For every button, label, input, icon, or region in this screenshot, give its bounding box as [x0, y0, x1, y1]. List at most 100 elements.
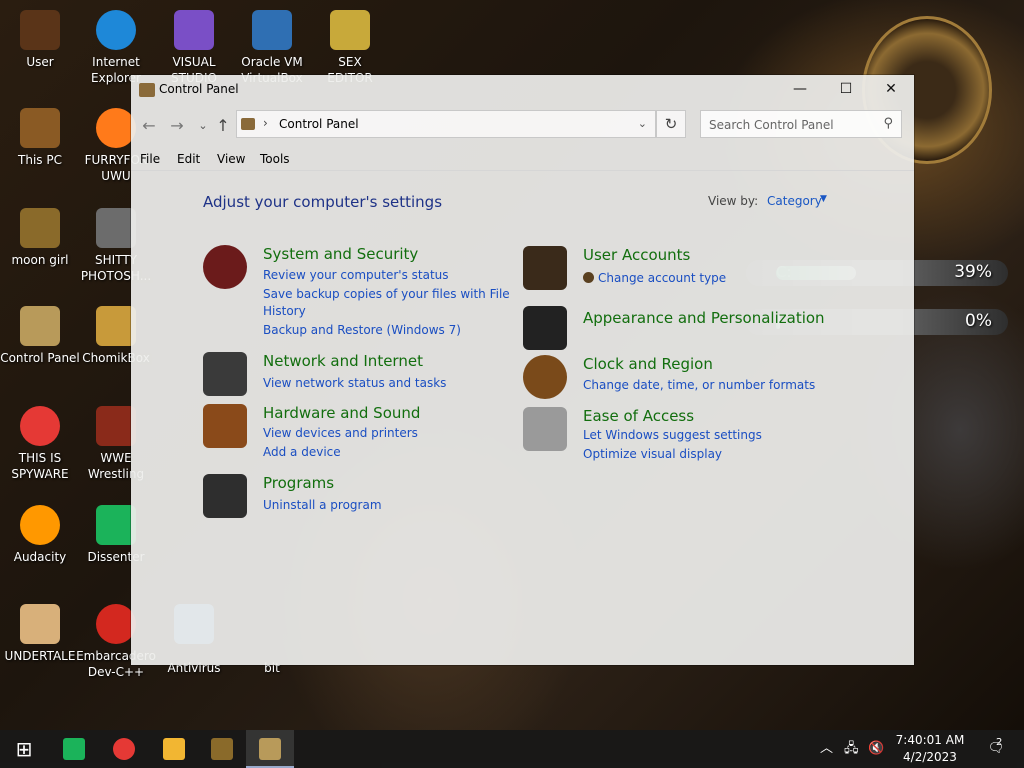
forward-arrow-icon[interactable]: → [167, 116, 187, 136]
desktop-icon-this-pc[interactable]: This PC [0, 108, 80, 168]
category-title-programs[interactable]: Programs [263, 474, 334, 492]
winamp-icon [211, 738, 233, 760]
close-button[interactable]: ✕ [868, 75, 914, 103]
menu-view[interactable]: View [217, 152, 245, 166]
link-network-status[interactable]: View network status and tasks [263, 376, 446, 390]
breadcrumb-separator-icon[interactable]: › [263, 116, 268, 130]
notifications-icon[interactable]: 🗨 2 [984, 730, 1008, 768]
system-clock[interactable]: 7:40:01 AM 4/2/2023 [890, 732, 970, 766]
menu-edit[interactable]: Edit [177, 152, 200, 166]
taskbar-chrome[interactable] [100, 730, 148, 768]
refresh-button[interactable]: ↻ [656, 110, 686, 138]
show-hidden-icons-chevron-icon[interactable]: ︿ [820, 730, 833, 768]
firefox-icon [96, 108, 136, 148]
link-add-device[interactable]: Add a device [263, 445, 341, 459]
desktop-icon-undertale[interactable]: UNDERTALE [0, 604, 80, 664]
back-arrow-icon[interactable]: ← [139, 116, 159, 136]
category-title-ease-of-access[interactable]: Ease of Access [583, 407, 694, 425]
window-title: Control Panel [159, 82, 239, 96]
dissenter-icon [63, 738, 85, 760]
virtualbox-icon [252, 10, 292, 50]
clock-time: 7:40:01 AM [895, 733, 965, 747]
link-optimize-display[interactable]: Optimize visual display [583, 447, 722, 461]
desktop-icon-label: THIS IS SPYWARE [11, 451, 69, 481]
desktop-icon-label: Control Panel [0, 351, 80, 365]
desktop-icon-audacity[interactable]: Audacity [0, 505, 80, 565]
desktop-icon-this-is-spyware[interactable]: THIS IS SPYWARE [0, 406, 80, 482]
link-windows-suggest[interactable]: Let Windows suggest settings [583, 428, 762, 442]
caret-down-icon[interactable]: ▼ [820, 194, 827, 204]
category-user-accounts: User Accounts Change account type [523, 246, 843, 291]
category-programs: Programs Uninstall a program [203, 474, 503, 524]
category-title-appearance[interactable]: Appearance and Personalization [583, 309, 825, 327]
system-security-icon [203, 245, 247, 289]
search-input[interactable] [707, 116, 881, 134]
shield-icon [583, 272, 594, 283]
title-bar[interactable]: Control Panel — ☐ ✕ [131, 75, 914, 103]
menu-tools[interactable]: Tools [260, 152, 290, 166]
dev-cpp-icon [96, 604, 136, 644]
search-icon[interactable]: ⚲ [883, 116, 893, 131]
taskbar-control-panel[interactable] [246, 730, 294, 768]
taskbar-file-explorer[interactable] [150, 730, 198, 768]
recent-locations-icon[interactable]: ⌄ [193, 116, 213, 136]
link-devices-printers[interactable]: View devices and printers [263, 426, 418, 440]
folder-icon [20, 208, 60, 248]
link-backup-restore[interactable]: Backup and Restore (Windows 7) [263, 323, 461, 337]
category-title-network[interactable]: Network and Internet [263, 352, 423, 370]
link-uninstall-program[interactable]: Uninstall a program [263, 498, 382, 512]
edge-icon [96, 10, 136, 50]
category-system-and-security: System and Security Review your computer… [203, 245, 510, 337]
clock-region-icon [523, 355, 567, 399]
cpu-gauge-percent: 0% [965, 311, 992, 331]
chevron-down-icon[interactable]: ⌄ [638, 117, 647, 130]
page-heading: Adjust your computer's settings [203, 193, 443, 211]
category-appearance: Appearance and Personalization [523, 306, 843, 350]
search-box[interactable]: ⚲ [700, 110, 902, 138]
menu-file[interactable]: File [140, 152, 160, 166]
up-arrow-icon[interactable]: ↑ [213, 116, 233, 136]
taskbar-winamp[interactable] [198, 730, 246, 768]
link-save-backup-history[interactable]: History [263, 304, 306, 318]
category-title-system-security[interactable]: System and Security [263, 245, 418, 263]
control-panel-icon [259, 738, 281, 760]
network-icon[interactable]: 🖧 [844, 730, 859, 768]
user-accounts-icon [523, 246, 567, 290]
maximize-button[interactable]: ☐ [823, 75, 869, 103]
view-by-dropdown[interactable]: Category [767, 194, 822, 208]
appearance-icon [523, 306, 567, 350]
link-change-account-type[interactable]: Change account type [583, 271, 726, 285]
user-folder-icon [20, 10, 60, 50]
desktop-icon-moon-girl[interactable]: moon girl [0, 208, 80, 268]
programs-icon [203, 474, 247, 518]
link-save-backup[interactable]: Save backup copies of your files with Fi… [263, 287, 510, 301]
link-review-status[interactable]: Review your computer's status [263, 268, 449, 282]
category-hardware-and-sound: Hardware and Sound View devices and prin… [203, 404, 503, 464]
address-bar[interactable]: › Control Panel ⌄ [236, 110, 656, 138]
desktop-icon-user[interactable]: User [0, 10, 80, 70]
wwe-icon [96, 406, 136, 446]
menu-divider [131, 170, 914, 171]
desktop-icon-label: Audacity [13, 550, 67, 564]
computer-icon [20, 108, 60, 148]
volume-muted-icon[interactable]: 🔇 [868, 730, 884, 768]
category-title-user-accounts[interactable]: User Accounts [583, 246, 690, 264]
navigation-bar: ← → ⌄ ↑ › Control Panel ⌄ ↻ ⚲ [131, 108, 914, 142]
start-button[interactable]: ⊞ [0, 730, 48, 768]
taskbar: ⊞ ︿ 🖧 🔇 7:40:01 AM 4/2/2023 🗨 2 [0, 730, 1024, 768]
minimize-button[interactable]: — [777, 75, 823, 103]
folder-icon [163, 738, 185, 760]
windows-logo-icon: ⊞ [15, 737, 33, 761]
category-network-and-internet: Network and Internet View network status… [203, 352, 503, 397]
gimp-icon [96, 208, 136, 248]
category-title-clock-region[interactable]: Clock and Region [583, 355, 713, 373]
taskbar-dissenter[interactable] [50, 730, 98, 768]
desktop-icon-control-panel[interactable]: Control Panel [0, 306, 80, 366]
desktop-icon-label: User [26, 55, 54, 69]
breadcrumb-control-panel[interactable]: Control Panel [279, 117, 359, 131]
undertale-icon [20, 604, 60, 644]
desktop-icon-label: UNDERTALE [4, 649, 76, 663]
category-ease-of-access: Ease of Access Let Windows suggest setti… [523, 407, 843, 467]
link-date-time-formats[interactable]: Change date, time, or number formats [583, 378, 815, 392]
category-title-hardware[interactable]: Hardware and Sound [263, 404, 420, 422]
